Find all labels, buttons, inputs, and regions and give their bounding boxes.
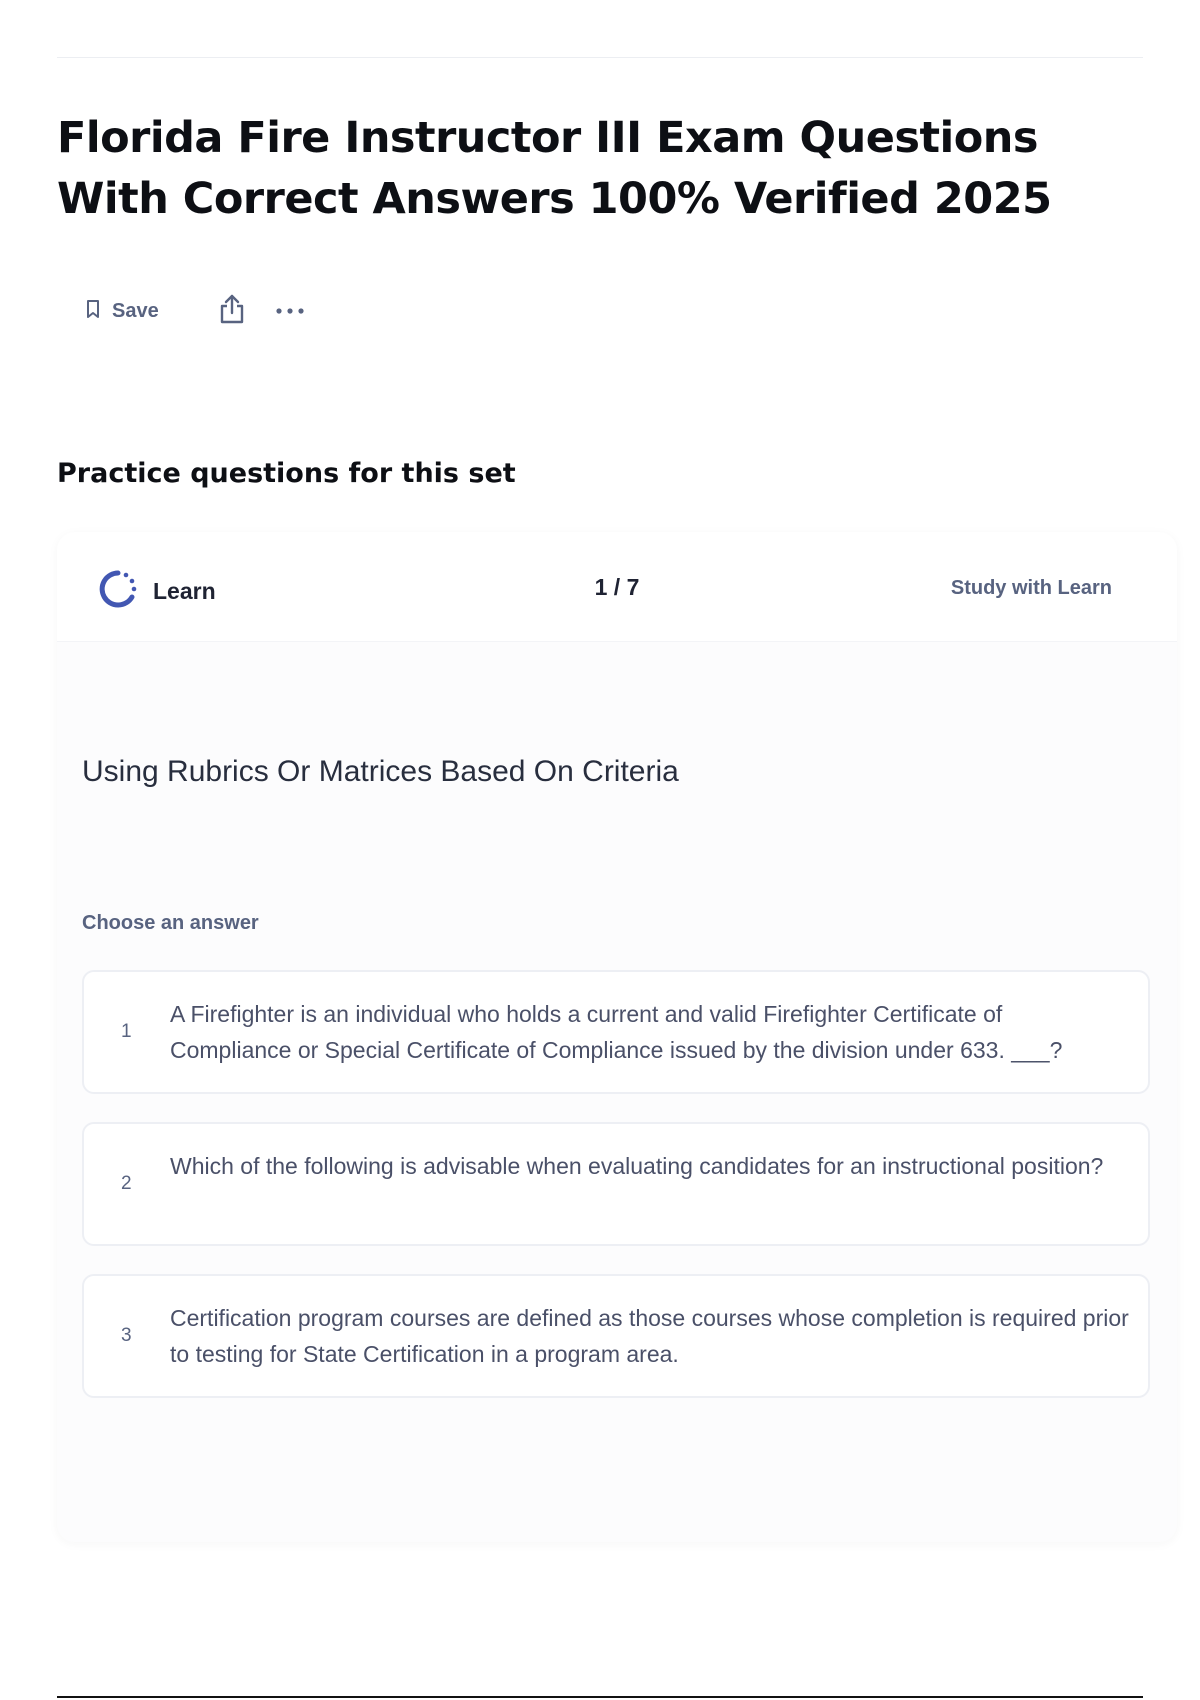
share-icon — [218, 293, 246, 330]
answer-option-1[interactable]: 1 A Firefighter is an individual who hol… — [82, 970, 1150, 1094]
bottom-divider — [57, 1696, 1143, 1698]
more-horizontal-icon — [275, 302, 305, 320]
more-options-button[interactable] — [273, 290, 307, 332]
save-button[interactable]: Save — [86, 290, 169, 332]
answer-number: 1 — [121, 1021, 132, 1042]
top-divider — [57, 57, 1143, 58]
answer-option-2[interactable]: 2 Which of the following is advisable wh… — [82, 1122, 1150, 1246]
answer-text: A Firefighter is an individual who holds… — [170, 1001, 1063, 1063]
practice-section-heading: Practice questions for this set — [57, 458, 516, 489]
question-term: Using Rubrics Or Matrices Based On Crite… — [82, 755, 679, 788]
practice-card-header: Learn 1 / 7 Study with Learn — [57, 532, 1177, 642]
choose-answer-label: Choose an answer — [82, 912, 259, 934]
study-with-learn-link[interactable]: Study with Learn — [951, 577, 1112, 600]
page-title: Florida Fire Instructor III Exam Questio… — [57, 113, 1052, 224]
set-toolbar: Save — [86, 290, 307, 332]
answer-text: Which of the following is advisable when… — [170, 1153, 1104, 1179]
share-button[interactable] — [217, 290, 247, 332]
practice-question-card: Learn 1 / 7 Study with Learn Using Rubri… — [57, 532, 1177, 1542]
bookmark-icon — [86, 299, 100, 324]
save-label: Save — [112, 299, 159, 322]
answer-text: Certification program courses are define… — [170, 1305, 1129, 1367]
answer-number: 2 — [121, 1173, 132, 1194]
answer-option-3[interactable]: 3 Certification program courses are defi… — [82, 1274, 1150, 1398]
answer-number: 3 — [121, 1325, 132, 1346]
